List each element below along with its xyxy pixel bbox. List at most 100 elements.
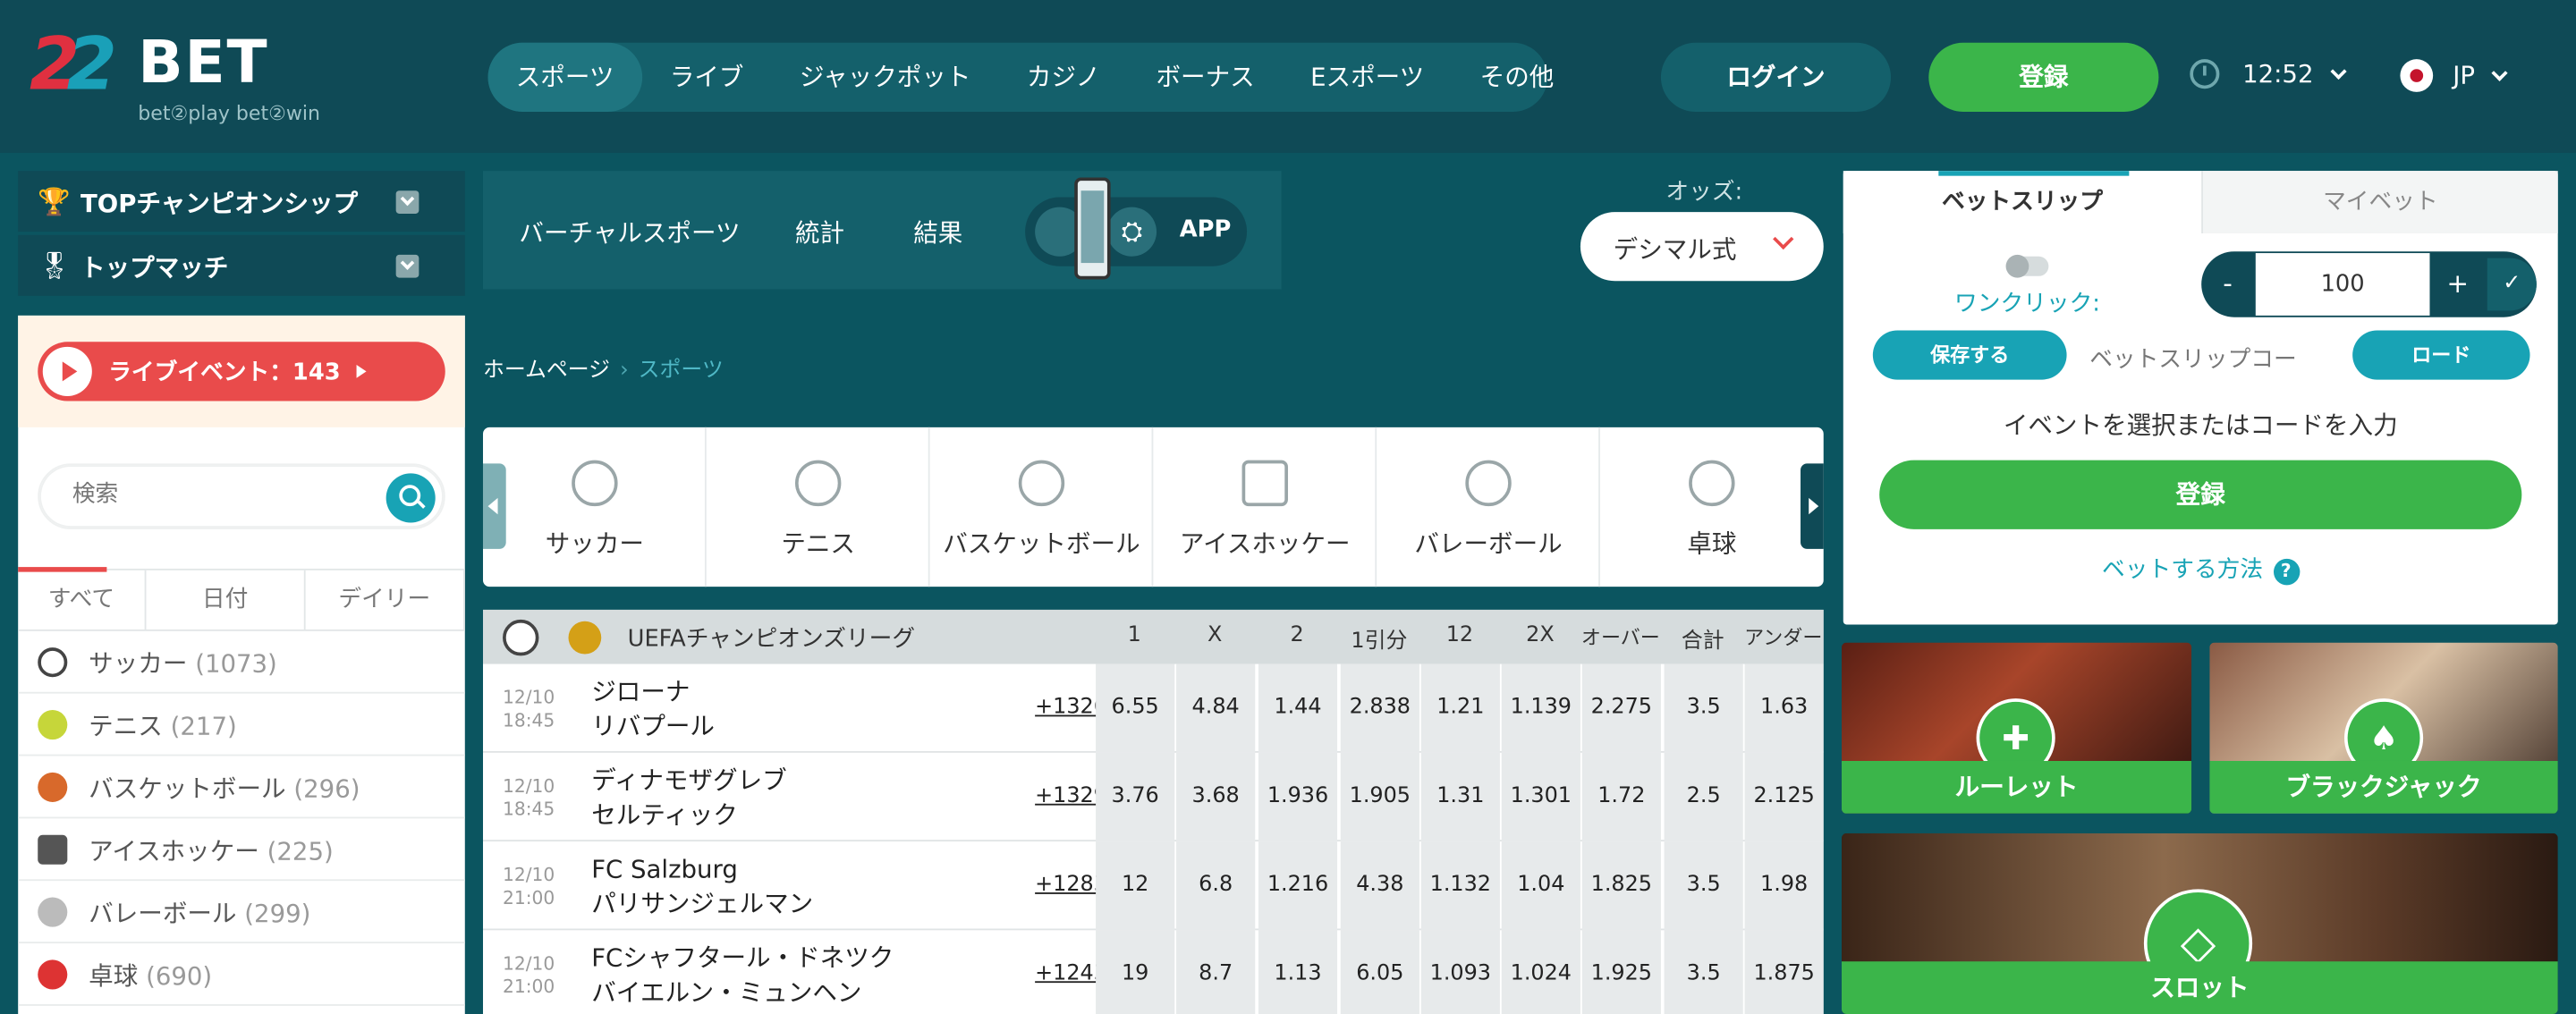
top-match-toggle[interactable]: 🎖 トップマッチ [18, 234, 465, 296]
odds-cell[interactable]: 3.68 [1176, 752, 1256, 842]
odds-cell[interactable]: 1.301 [1501, 752, 1580, 842]
sport-item-basketball[interactable]: バスケットボール (296) [18, 756, 465, 819]
odds-cell[interactable]: 8.7 [1176, 930, 1256, 1014]
odds-cell[interactable]: 3.5 [1664, 663, 1743, 753]
android-icon[interactable]: ⛭ [1106, 207, 1157, 257]
odds-cell[interactable]: 3.5 [1664, 841, 1743, 931]
sport-item-tennis[interactable]: テニス (217) [18, 694, 465, 756]
odds-cell[interactable]: 2.5 [1664, 752, 1743, 842]
odds-cell[interactable]: 4.38 [1340, 841, 1419, 931]
scroll-right-button[interactable] [1801, 463, 1824, 549]
tab-date[interactable]: 日付 [146, 570, 306, 630]
sport-item-table-tennis[interactable]: 卓球 (690) [18, 943, 465, 1006]
time-selector[interactable]: 12:52 [2190, 59, 2348, 89]
odds-cell[interactable]: 1.31 [1420, 752, 1500, 842]
odds-cell[interactable]: 2.838 [1340, 663, 1419, 753]
odds-cell[interactable]: 1.925 [1581, 930, 1661, 1014]
search-input[interactable] [72, 481, 369, 508]
sport-item-soccer[interactable]: サッカー (1073) [18, 631, 465, 694]
league-name[interactable]: UEFAチャンピオンズリーグ [628, 621, 915, 655]
odds-cell[interactable]: 1.04 [1501, 841, 1580, 931]
nav-casino[interactable]: カジノ [999, 43, 1129, 112]
tab-daily[interactable]: デイリー [306, 570, 465, 630]
odds-cell[interactable]: 1.21 [1420, 663, 1500, 753]
register-button[interactable]: 登録 [1928, 42, 2159, 112]
odds-cell[interactable]: 1.875 [1744, 930, 1824, 1014]
nav-more[interactable]: その他 [1452, 43, 1581, 112]
tab-bet-slip[interactable]: ベットスリップ [1843, 171, 2202, 233]
column-header[interactable]: 12 [1419, 623, 1500, 648]
bet-slip-code-input[interactable]: ベットスリップコー [2089, 342, 2296, 375]
how-to-bet-link[interactable]: ベットする方法? [1843, 553, 2558, 586]
odds-cell[interactable]: 2.125 [1744, 752, 1824, 842]
odds-cell[interactable]: 1.905 [1340, 752, 1419, 842]
odds-cell[interactable]: 1.13 [1258, 930, 1338, 1014]
breadcrumb-home[interactable]: ホームページ [483, 359, 610, 384]
odds-cell[interactable]: 6.05 [1340, 930, 1419, 1014]
nav-live[interactable]: ライブ [642, 43, 772, 112]
sport-tile-table-tennis[interactable]: 卓球 [1600, 427, 1824, 587]
language-selector[interactable]: JP [2400, 59, 2509, 92]
odds-cell[interactable]: 1.936 [1258, 752, 1338, 842]
nav-sports[interactable]: スポーツ [487, 42, 642, 112]
load-button[interactable]: ロード [2352, 330, 2530, 380]
checkmark-icon[interactable]: ✓ [2487, 258, 2537, 311]
stake-input[interactable]: 100 [2255, 253, 2430, 316]
odds-cell[interactable]: 1.132 [1420, 841, 1500, 931]
sport-tile-ice-hockey[interactable]: アイスホッケー [1153, 427, 1377, 587]
odds-cell[interactable]: 1.139 [1501, 663, 1580, 753]
top-championship-toggle[interactable]: 🏆 TOPチャンピオンシップ [18, 171, 465, 232]
odds-cell[interactable]: 1.72 [1581, 752, 1661, 842]
app-download[interactable]: ⛭ APP [1025, 197, 1248, 266]
logo[interactable]: 22 BET bet②play bet②win [30, 23, 358, 131]
odds-cell[interactable]: 6.8 [1176, 841, 1256, 931]
statistics-link[interactable]: 統計 [795, 215, 844, 250]
odds-cell[interactable]: 1.024 [1501, 930, 1580, 1014]
odds-cell[interactable]: 1.63 [1744, 663, 1824, 753]
column-header[interactable]: 合計 [1663, 623, 1743, 655]
decrease-stake-button[interactable]: - [2201, 251, 2254, 317]
one-click-toggle[interactable]: ワンクリック: [1945, 254, 2110, 319]
scroll-left-button[interactable] [482, 463, 506, 549]
odds-cell[interactable]: 1.093 [1420, 930, 1500, 1014]
sport-tile-soccer[interactable]: サッカー [483, 427, 707, 587]
promo-slots[interactable]: ◇ スロット [1841, 832, 2558, 1014]
odds-cell[interactable]: 19 [1096, 930, 1175, 1014]
match-teams[interactable]: FCシャフタール・ドネツク バイエルン・ミュンヘン [591, 942, 894, 1010]
sport-item-volleyball[interactable]: バレーボール (299) [18, 881, 465, 944]
odds-cell[interactable]: 1.825 [1581, 841, 1661, 931]
toggle-switch[interactable] [2005, 254, 2049, 278]
login-button[interactable]: ログイン [1660, 42, 1892, 112]
bet-slip-register-button[interactable]: 登録 [1879, 460, 2522, 529]
nav-esports[interactable]: Eスポーツ [1283, 43, 1453, 112]
odds-cell[interactable]: 6.55 [1096, 663, 1175, 753]
sport-tile-basketball[interactable]: バスケットボール [930, 427, 1154, 587]
odds-cell[interactable]: 12 [1096, 841, 1175, 931]
odds-cell[interactable]: 4.84 [1176, 663, 1256, 753]
odds-cell[interactable]: 1.44 [1258, 663, 1338, 753]
promo-roulette[interactable]: ✚ ルーレット [1841, 642, 2192, 814]
live-events-button[interactable]: ライブイベント：143 [38, 342, 445, 401]
odds-cell[interactable]: 1.216 [1258, 841, 1338, 931]
tab-my-bets[interactable]: マイベット [2201, 171, 2558, 233]
match-teams[interactable]: ディナモザグレブ セルティック [591, 765, 786, 833]
sport-tile-tennis[interactable]: テニス [707, 427, 930, 587]
save-button[interactable]: 保存する [1872, 330, 2067, 380]
search-icon[interactable] [386, 473, 436, 523]
odds-cell[interactable]: 1.98 [1744, 841, 1824, 931]
match-teams[interactable]: FC Salzburg パリサンジェルマン [591, 853, 813, 922]
odds-cell[interactable]: 3.5 [1664, 930, 1743, 1014]
odds-format-select[interactable]: デシマル式 [1580, 212, 1824, 282]
sport-tile-volleyball[interactable]: バレーボール [1377, 427, 1600, 587]
odds-cell[interactable]: 3.76 [1096, 752, 1175, 842]
virtual-sports-link[interactable]: バーチャルスポーツ [519, 215, 740, 250]
nav-jackpot[interactable]: ジャックポット [772, 43, 999, 112]
match-teams[interactable]: ジローナ リバプール [591, 675, 715, 744]
tab-all[interactable]: すべて [18, 567, 147, 630]
promo-blackjack[interactable]: ♠ ブラックジャック [2209, 642, 2558, 814]
sport-item-ice-hockey[interactable]: アイスホッケー (225) [18, 818, 465, 882]
increase-stake-button[interactable]: + [2431, 251, 2484, 317]
column-header[interactable]: X [1174, 623, 1255, 648]
odds-cell[interactable]: 2.275 [1581, 663, 1661, 753]
results-link[interactable]: 結果 [913, 215, 962, 250]
